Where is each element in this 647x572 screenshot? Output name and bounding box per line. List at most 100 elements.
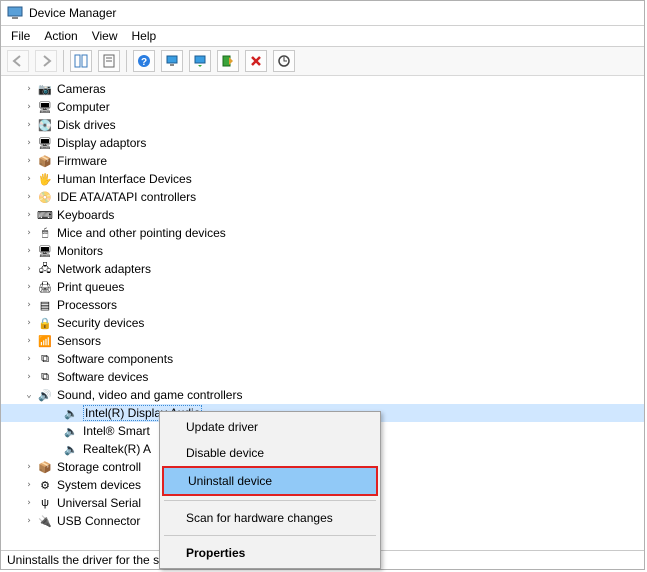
- tree-item[interactable]: ›⧉ Software devices: [1, 368, 644, 386]
- expand-icon[interactable]: ›: [23, 174, 35, 184]
- tree-item-label: Disk drives: [57, 118, 116, 132]
- tree-item-label: Computer: [57, 100, 110, 114]
- expand-icon[interactable]: ›: [23, 336, 35, 346]
- context-menu-item[interactable]: Disable device: [162, 440, 378, 466]
- titlebar: Device Manager: [1, 1, 644, 26]
- tree-item-label: Network adapters: [57, 262, 151, 276]
- tree-item-label: Keyboards: [57, 208, 114, 222]
- tree-item-label: Intel® Smart: [83, 424, 150, 438]
- expand-icon[interactable]: ›: [23, 138, 35, 148]
- tree-item-label: Security devices: [57, 316, 144, 330]
- tree-item[interactable]: ›💽 Disk drives: [1, 116, 644, 134]
- menu-separator: [164, 535, 376, 536]
- firmware-icon: 📦: [37, 153, 53, 169]
- expand-icon[interactable]: ›: [23, 480, 35, 490]
- tree-item-label: Print queues: [57, 280, 124, 294]
- mouse-icon: 🖱: [37, 225, 53, 241]
- context-menu: Update driverDisable deviceUninstall dev…: [159, 411, 381, 569]
- uninstall-button[interactable]: [217, 50, 239, 72]
- expand-icon[interactable]: ›: [23, 84, 35, 94]
- expand-icon[interactable]: ›: [23, 264, 35, 274]
- expand-icon[interactable]: ›: [23, 462, 35, 472]
- menu-file[interactable]: File: [11, 29, 30, 43]
- tree-item-label: Processors: [57, 298, 117, 312]
- tree-item[interactable]: ›🖧 Network adapters: [1, 260, 644, 278]
- expand-icon[interactable]: ›: [23, 300, 35, 310]
- disk-icon: 💽: [37, 117, 53, 133]
- network-icon: 🖧: [37, 261, 53, 277]
- tree-item[interactable]: ›📀IDE ATA/ATAPI controllers: [1, 188, 644, 206]
- tree-item-label: Cameras: [57, 82, 106, 96]
- expand-icon[interactable]: ›: [23, 354, 35, 364]
- tree-item[interactable]: ›📷 Cameras: [1, 80, 644, 98]
- speaker-icon: 🔈: [63, 423, 79, 439]
- tree-item-label: Mice and other pointing devices: [57, 226, 226, 240]
- tree-item[interactable]: ›▤ Processors: [1, 296, 644, 314]
- software-icon: ⧉: [37, 369, 53, 385]
- expand-icon[interactable]: ›: [23, 192, 35, 202]
- tree-item-label: Software devices: [57, 370, 148, 384]
- tree-item-label: System devices: [57, 478, 141, 492]
- expand-icon[interactable]: ›: [23, 318, 35, 328]
- tree-item-label: Human Interface Devices: [57, 172, 192, 186]
- tree-item[interactable]: ›🖱 Mice and other pointing devices: [1, 224, 644, 242]
- menu-help[interactable]: Help: [132, 29, 157, 43]
- tree-item[interactable]: ›⌨ Keyboards: [1, 206, 644, 224]
- update-driver-button[interactable]: [189, 50, 211, 72]
- camera-icon: 📷: [37, 81, 53, 97]
- device-manager-icon: [7, 5, 23, 21]
- expand-icon[interactable]: ›: [23, 156, 35, 166]
- tree-item[interactable]: ›📶Sensors: [1, 332, 644, 350]
- tree-item[interactable]: ⌄🔊 Sound, video and game controllers: [1, 386, 644, 404]
- sound-icon: 🔊: [37, 387, 53, 403]
- context-menu-item[interactable]: Properties: [162, 540, 378, 566]
- usb-connector-icon: 🔌: [37, 513, 53, 529]
- enable-button[interactable]: [161, 50, 183, 72]
- tree-item-label: Realtek(R) A: [83, 442, 151, 456]
- tree-item-label: USB Connector: [57, 514, 140, 528]
- tree-item-label: Storage controll: [57, 460, 141, 474]
- tree-item[interactable]: ›🖐Human Interface Devices: [1, 170, 644, 188]
- storage-icon: 📦: [37, 459, 53, 475]
- show-hidden-button[interactable]: [70, 50, 92, 72]
- tree-item[interactable]: ›🖨 Print queues: [1, 278, 644, 296]
- expand-icon[interactable]: ›: [23, 498, 35, 508]
- tree-item[interactable]: ›🖥Display adaptors: [1, 134, 644, 152]
- tree-item[interactable]: ›📦Firmware: [1, 152, 644, 170]
- toolbar-separator: [63, 50, 64, 72]
- expand-icon[interactable]: ›: [23, 372, 35, 382]
- expand-icon[interactable]: ›: [23, 516, 35, 526]
- keyboard-icon: ⌨: [37, 207, 53, 223]
- tree-item[interactable]: ›🔒Security devices: [1, 314, 644, 332]
- context-menu-item[interactable]: Scan for hardware changes: [162, 505, 378, 531]
- tree-item[interactable]: ›⧉Software components: [1, 350, 644, 368]
- delete-button[interactable]: [245, 50, 267, 72]
- context-menu-item[interactable]: Update driver: [162, 414, 378, 440]
- menu-action[interactable]: Action: [44, 29, 77, 43]
- toolbar: ?: [1, 47, 644, 76]
- back-button[interactable]: [7, 50, 29, 72]
- printer-icon: 🖨: [37, 279, 53, 295]
- cpu-icon: ▤: [37, 297, 53, 313]
- scan-button[interactable]: [273, 50, 295, 72]
- help-button[interactable]: ?: [133, 50, 155, 72]
- properties-button[interactable]: [98, 50, 120, 72]
- context-menu-item[interactable]: Uninstall device: [162, 466, 378, 496]
- expand-icon[interactable]: ›: [23, 282, 35, 292]
- tree-item[interactable]: ›🖥Monitors: [1, 242, 644, 260]
- expand-icon[interactable]: ›: [23, 228, 35, 238]
- menu-view[interactable]: View: [92, 29, 118, 43]
- collapse-icon[interactable]: ⌄: [23, 390, 35, 400]
- monitor-icon: 🖥: [37, 243, 53, 259]
- expand-icon[interactable]: ›: [23, 120, 35, 130]
- tree-item[interactable]: ›🖥Computer: [1, 98, 644, 116]
- expand-icon[interactable]: ›: [23, 246, 35, 256]
- expand-icon[interactable]: ›: [23, 102, 35, 112]
- tree-item-label: Sound, video and game controllers: [57, 388, 242, 402]
- tree-item-label: Software components: [57, 352, 173, 366]
- window-title: Device Manager: [29, 6, 116, 20]
- expand-icon[interactable]: ›: [23, 210, 35, 220]
- menubar: File Action View Help: [1, 26, 644, 47]
- menu-separator: [164, 500, 376, 501]
- forward-button[interactable]: [35, 50, 57, 72]
